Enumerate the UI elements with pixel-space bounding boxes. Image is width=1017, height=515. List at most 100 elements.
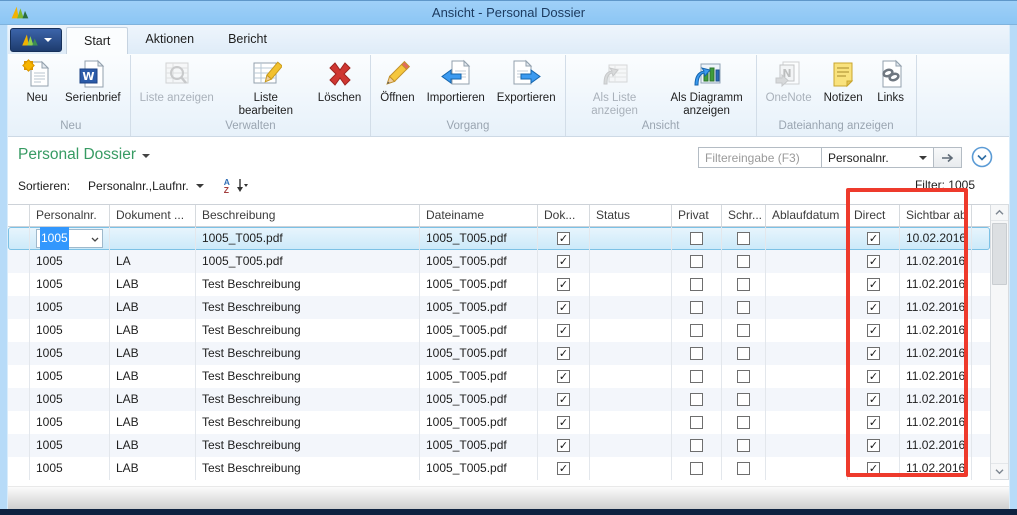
column-header-sichtbar-ab[interactable]: Sichtbar ab [900,205,972,226]
checkbox[interactable] [737,416,750,429]
checkbox[interactable]: ✓ [557,232,570,245]
column-header-ablaufdatum[interactable]: Ablaufdatum [766,205,848,226]
cell-dokument[interactable]: LAB [110,319,196,342]
als-diagramm-anzeigen-button[interactable]: Als Diagramm anzeigen [661,55,753,118]
table-row[interactable]: 1005 LAB Test Beschreibung 1005_T005.pdf… [8,319,990,342]
checkbox[interactable] [737,393,750,406]
column-header-schr[interactable]: Schr... [722,205,766,226]
cell-dokument[interactable]: LAB [110,342,196,365]
column-header-dokument[interactable]: Dokument ... [110,205,196,226]
checkbox[interactable] [690,255,703,268]
table-row[interactable]: 1005 LAB Test Beschreibung 1005_T005.pdf… [8,388,990,411]
cell-dok[interactable]: ✓ [538,457,590,480]
checkbox[interactable] [737,232,750,245]
cell-sichtbar-ab[interactable]: 11.02.2016 [900,273,972,296]
oeffnen-button[interactable]: Öffnen [374,55,420,105]
cell-direct[interactable]: ✓ [848,273,900,296]
cell-status[interactable] [590,388,672,411]
cell-dok[interactable]: ✓ [538,365,590,388]
cell-personalnr[interactable]: 1005 [30,365,110,388]
cell-privat[interactable] [672,457,722,480]
cell-sichtbar-ab[interactable]: 11.02.2016 [900,365,972,388]
table-row[interactable]: 1005 LA 1005_T005.pdf 1005_T005.pdf ✓ ✓ … [8,250,990,273]
cell-dok[interactable]: ✓ [538,227,590,250]
cell-dok[interactable]: ✓ [538,319,590,342]
checkbox[interactable]: ✓ [557,439,570,452]
checkbox[interactable]: ✓ [867,416,880,429]
checkbox[interactable]: ✓ [867,255,880,268]
links-button[interactable]: Links [869,55,913,105]
checkbox[interactable] [690,462,703,475]
importieren-button[interactable]: Importieren [421,55,491,105]
cell-privat[interactable] [672,342,722,365]
cell-beschreibung[interactable]: Test Beschreibung [196,319,420,342]
cell-schr[interactable] [722,457,766,480]
liste-anzeigen-button[interactable]: Liste anzeigen [134,55,220,105]
cell-personalnr[interactable]: 1005 [30,457,110,480]
neu-button[interactable]: Neu [15,55,59,105]
cell-privat[interactable] [672,319,722,342]
checkbox[interactable] [737,301,750,314]
cell-privat[interactable] [672,250,722,273]
table-row[interactable]: 1005 1005_T005.pdf 1005_T005.pdf ✓ ✓ 10.… [8,227,990,250]
filter-input[interactable] [698,147,822,168]
checkbox[interactable]: ✓ [557,255,570,268]
cell-dok[interactable]: ✓ [538,434,590,457]
serienbrief-button[interactable]: W Serienbrief [59,55,127,105]
exportieren-button[interactable]: Exportieren [491,55,562,105]
checkbox[interactable]: ✓ [867,393,880,406]
cell-beschreibung[interactable]: Test Beschreibung [196,365,420,388]
checkbox[interactable] [737,324,750,337]
cell-dateiname[interactable]: 1005_T005.pdf [420,227,538,250]
cell-privat[interactable] [672,227,722,250]
cell-personalnr[interactable]: 1005 [30,250,110,273]
als-liste-anzeigen-button[interactable]: Als Liste anzeigen [569,55,661,118]
checkbox[interactable] [690,278,703,291]
checkbox[interactable] [690,324,703,337]
cell-direct[interactable]: ✓ [848,457,900,480]
scrollbar-thumb[interactable] [992,223,1007,285]
checkbox[interactable] [690,416,703,429]
cell-dateiname[interactable]: 1005_T005.pdf [420,365,538,388]
cell-dateiname[interactable]: 1005_T005.pdf [420,342,538,365]
column-header-dateiname[interactable]: Dateiname [420,205,538,226]
table-row[interactable]: 1005 LAB Test Beschreibung 1005_T005.pdf… [8,434,990,457]
checkbox[interactable] [737,278,750,291]
cell-ablaufdatum[interactable] [766,434,848,457]
cell-sichtbar-ab[interactable]: 11.02.2016 [900,457,972,480]
cell-sichtbar-ab[interactable]: 11.02.2016 [900,388,972,411]
column-header-dok[interactable]: Dok... [538,205,590,226]
cell-beschreibung[interactable]: 1005_T005.pdf [196,227,420,250]
expand-filter-pane-button[interactable] [971,146,993,168]
column-header-direct[interactable]: Direct [848,205,900,226]
cell-beschreibung[interactable]: Test Beschreibung [196,342,420,365]
cell-status[interactable] [590,296,672,319]
cell-ablaufdatum[interactable] [766,365,848,388]
table-row[interactable]: 1005 LAB Test Beschreibung 1005_T005.pdf… [8,411,990,434]
cell-beschreibung[interactable]: Test Beschreibung [196,457,420,480]
cell-sichtbar-ab[interactable]: 11.02.2016 [900,296,972,319]
az-sort-descending-icon[interactable]: AZ [224,178,230,194]
cell-beschreibung[interactable]: 1005_T005.pdf [196,250,420,273]
cell-sichtbar-ab[interactable]: 11.02.2016 [900,434,972,457]
cell-direct[interactable]: ✓ [848,411,900,434]
cell-status[interactable] [590,411,672,434]
column-header-personalnr[interactable]: Personalnr. [30,205,110,226]
cell-direct[interactable]: ✓ [848,250,900,273]
cell-dokument[interactable]: LAB [110,388,196,411]
cell-status[interactable] [590,365,672,388]
checkbox[interactable]: ✓ [867,278,880,291]
table-row[interactable]: 1005 LAB Test Beschreibung 1005_T005.pdf… [8,273,990,296]
checkbox[interactable] [737,439,750,452]
cell-dok[interactable]: ✓ [538,250,590,273]
cell-dateiname[interactable]: 1005_T005.pdf [420,434,538,457]
cell-privat[interactable] [672,388,722,411]
checkbox[interactable]: ✓ [557,370,570,383]
cell-privat[interactable] [672,434,722,457]
checkbox[interactable] [690,393,703,406]
cell-ablaufdatum[interactable] [766,227,848,250]
cell-ablaufdatum[interactable] [766,342,848,365]
table-row[interactable]: 1005 LAB Test Beschreibung 1005_T005.pdf… [8,457,990,480]
cell-dokument[interactable]: LAB [110,457,196,480]
cell-personalnr[interactable]: 1005 [30,434,110,457]
